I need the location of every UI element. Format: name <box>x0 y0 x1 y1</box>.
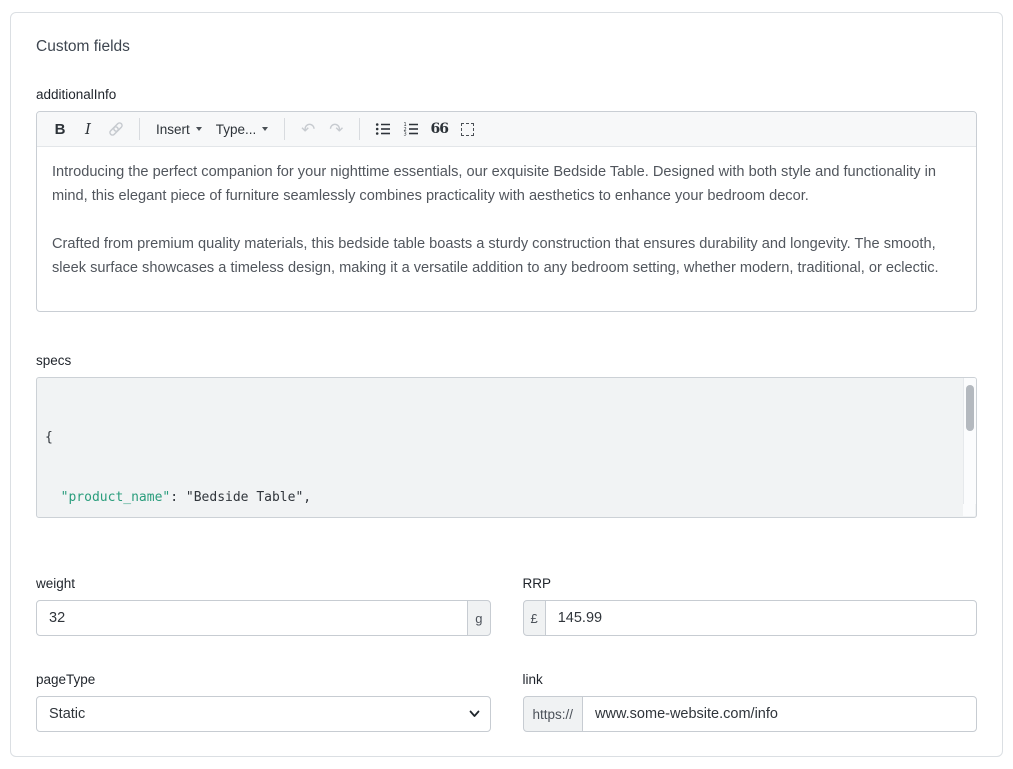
visual-blocks-button[interactable] <box>454 116 480 142</box>
redo-icon: ↷ <box>329 121 343 138</box>
link-label: link <box>523 672 978 687</box>
code-line: { <box>45 428 956 448</box>
resize-grip-icon[interactable] <box>963 504 975 516</box>
protocol-addon: https:// <box>523 696 584 732</box>
page-type-label: pageType <box>36 672 491 687</box>
rrp-input[interactable] <box>545 600 977 636</box>
bullet-list-button[interactable] <box>370 116 396 142</box>
scrollbar-thumb[interactable] <box>966 385 974 431</box>
specs-code-editor[interactable]: { "product_name": "Bedside Table", "mate… <box>36 377 977 518</box>
svg-text:3: 3 <box>404 131 407 137</box>
code-line: "product_name": "Bedside Table", <box>45 488 956 508</box>
type-dropdown-label: Type... <box>216 122 257 137</box>
editor-paragraph: Introducing the perfect companion for yo… <box>52 160 961 208</box>
page-type-field: pageType Static <box>36 672 491 732</box>
insert-dropdown-label: Insert <box>156 122 190 137</box>
panel-title: Custom fields <box>36 38 977 56</box>
link-field: link https:// <box>523 672 978 732</box>
weight-input[interactable] <box>36 600 468 636</box>
editor-paragraph: Crafted from premium quality materials, … <box>52 232 961 280</box>
blockquote-button[interactable]: 66 <box>426 116 452 142</box>
rrp-field: RRP £ <box>523 576 978 636</box>
toolbar-separator <box>139 118 140 140</box>
link-button[interactable] <box>103 116 129 142</box>
bold-button[interactable]: B <box>47 116 73 142</box>
additional-info-label: additionalInfo <box>36 87 977 102</box>
link-input[interactable] <box>582 696 977 732</box>
weight-label: weight <box>36 576 491 591</box>
specs-scrollbar[interactable] <box>963 378 976 504</box>
rich-text-editor: B I Insert Type... <box>36 111 977 312</box>
specs-label: specs <box>36 353 977 368</box>
toolbar-separator <box>284 118 285 140</box>
custom-fields-panel: Custom fields additionalInfo B I Insert <box>10 12 1003 757</box>
editor-content[interactable]: Introducing the perfect companion for yo… <box>37 147 976 293</box>
italic-button[interactable]: I <box>75 116 101 142</box>
insert-dropdown[interactable]: Insert <box>150 116 208 142</box>
currency-addon: £ <box>523 600 546 636</box>
type-dropdown[interactable]: Type... <box>210 116 275 142</box>
undo-icon: ↶ <box>301 121 315 138</box>
dashed-square-icon <box>461 123 474 136</box>
link-icon <box>107 120 125 138</box>
caret-down-icon <box>196 127 202 131</box>
weight-field: weight g <box>36 576 491 636</box>
numbered-list-button[interactable]: 1 2 3 <box>398 116 424 142</box>
bullet-list-icon <box>374 120 392 138</box>
redo-button[interactable]: ↷ <box>323 116 349 142</box>
blockquote-icon: 66 <box>431 121 448 137</box>
numbered-list-icon: 1 2 3 <box>402 120 420 138</box>
page-type-select[interactable]: Static <box>36 696 491 732</box>
caret-down-icon <box>262 127 268 131</box>
undo-button[interactable]: ↶ <box>295 116 321 142</box>
editor-toolbar: B I Insert Type... <box>37 112 976 147</box>
rrp-label: RRP <box>523 576 978 591</box>
weight-unit-addon: g <box>467 600 490 636</box>
toolbar-separator <box>359 118 360 140</box>
